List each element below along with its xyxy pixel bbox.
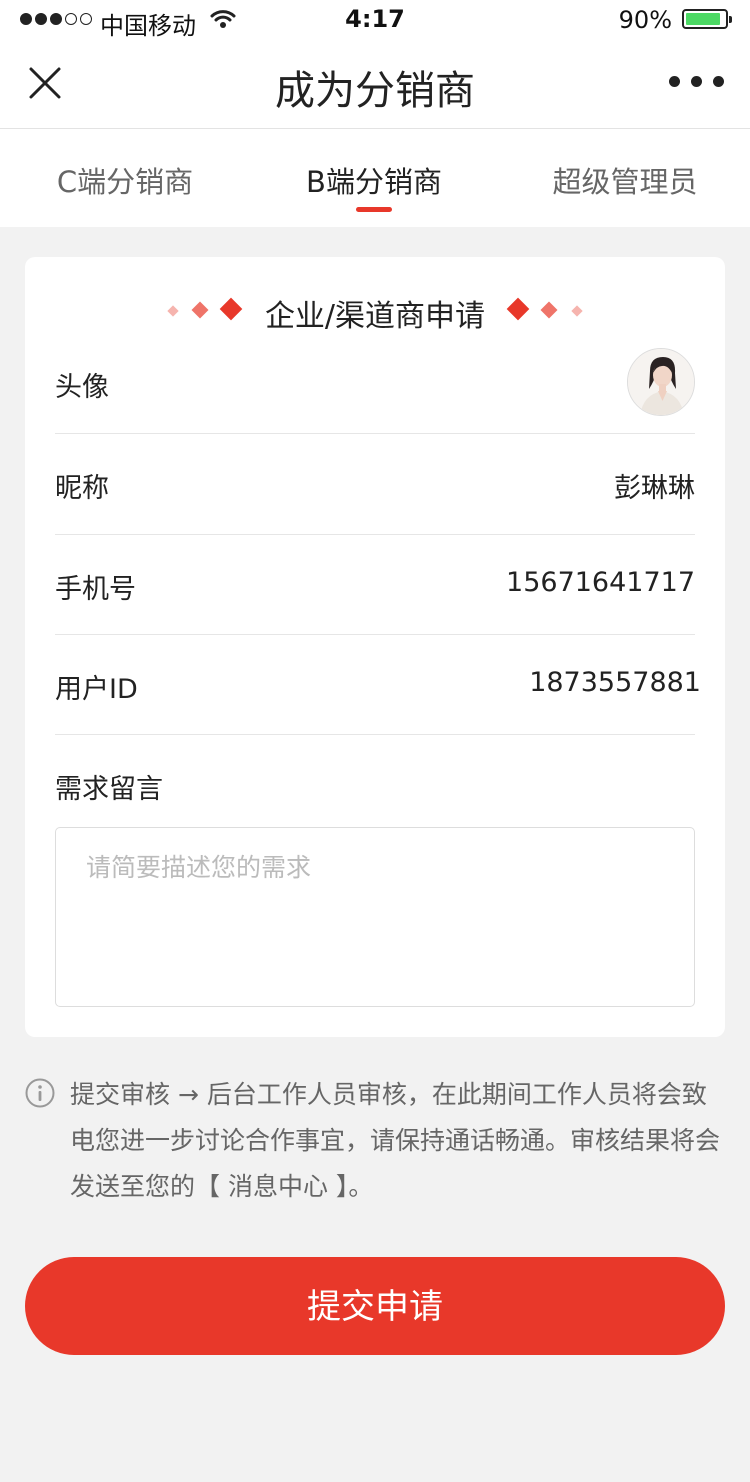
nickname-value: 彭琳琳: [614, 473, 695, 504]
navigation-bar: 成为分销商: [0, 40, 750, 129]
phone-label: 手机号: [55, 574, 136, 605]
more-dots-icon[interactable]: [669, 76, 724, 87]
avatar-label: 头像: [55, 372, 109, 403]
review-notice-text: 提交审核 → 后台工作人员审核，在此期间工作人员将会致电您进一步讨论合作事宜，请…: [70, 1080, 721, 1201]
info-icon: [25, 1078, 55, 1108]
submit-application-button[interactable]: 提交申请: [25, 1257, 725, 1355]
avatar-image: [628, 349, 694, 415]
userid-row: 用户ID 1873557881: [55, 635, 701, 735]
message-label: 需求留言: [55, 774, 163, 805]
application-form-card: 企业/渠道商申请 头像 昵称 彭琳琳 手机号 15671641717 用户ID …: [25, 257, 725, 1037]
battery-icon: [682, 9, 732, 29]
form-header: 企业/渠道商申请: [25, 291, 725, 334]
message-textarea[interactable]: [55, 827, 695, 1007]
form-title: 企业/渠道商申请: [264, 299, 486, 334]
userid-value: 1873557881: [529, 667, 701, 698]
phone-value: 15671641717: [506, 567, 695, 598]
battery-percent: 90%: [618, 6, 672, 34]
tab-c-distributor[interactable]: C端分销商: [0, 159, 250, 201]
nickname-row: 昵称 彭琳琳: [55, 434, 695, 535]
tab-super-admin[interactable]: 超级管理员: [500, 159, 750, 201]
nickname-label: 昵称: [55, 473, 109, 504]
status-bar: 中国移动 4:17 90%: [0, 0, 750, 40]
page-title: 成为分销商: [275, 68, 475, 114]
active-tab-indicator: [356, 207, 392, 212]
phone-row: 手机号 15671641717: [55, 535, 695, 635]
avatar-row[interactable]: 头像: [55, 348, 695, 434]
userid-label: 用户ID: [55, 674, 138, 705]
tab-bar: C端分销商 B端分销商 超级管理员: [0, 129, 750, 227]
avatar[interactable]: [627, 348, 695, 416]
tab-b-distributor[interactable]: B端分销商: [249, 159, 499, 201]
